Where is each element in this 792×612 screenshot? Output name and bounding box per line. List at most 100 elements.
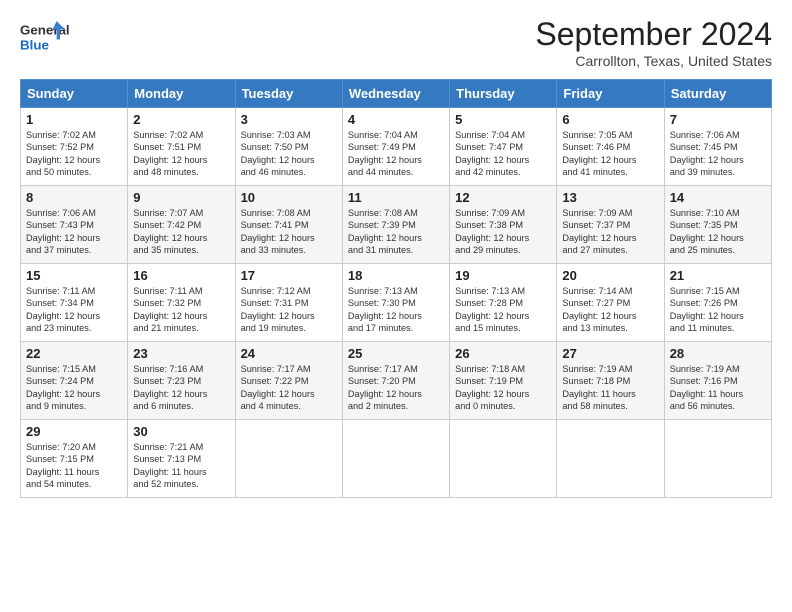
cell-info: Sunrise: 7:16 AMSunset: 7:23 PMDaylight:…: [133, 363, 229, 413]
cell-day: 26Sunrise: 7:18 AMSunset: 7:19 PMDayligh…: [450, 342, 557, 420]
cell-day: 8 Sunrise: 7:06 AMSunset: 7:43 PMDaylight…: [21, 186, 128, 264]
cell-day: 25 Sunrise: 7:17 AMSunset: 7:20 PMDayligh…: [342, 342, 449, 420]
cell-day: 1 Sunrise: 7:02 AMSunset: 7:52 PMDaylight…: [21, 108, 128, 186]
cell-day: 21 Sunrise: 7:15 AMSunset: 7:26 PMDayligh…: [664, 264, 771, 342]
svg-text:General: General: [20, 23, 70, 38]
day-number: 18: [348, 268, 444, 283]
cell-day: [450, 420, 557, 498]
cell-info: Sunrise: 7:19 AMSunset: 7:16 PMDaylight:…: [670, 363, 766, 413]
day-number: 20: [562, 268, 658, 283]
day-number: 6: [562, 112, 658, 127]
cell-info: Sunrise: 7:02 AMSunset: 7:51 PMDaylight:…: [133, 129, 229, 179]
col-header-monday: Monday: [128, 80, 235, 108]
cell-day: 5Sunrise: 7:04 AMSunset: 7:47 PMDaylight…: [450, 108, 557, 186]
cell-info: Sunrise: 7:13 AMSunset: 7:28 PMDaylight:…: [455, 285, 551, 335]
cell-day: 24 Sunrise: 7:17 AMSunset: 7:22 PMDayligh…: [235, 342, 342, 420]
day-number: 24: [241, 346, 337, 361]
day-number: 14: [670, 190, 766, 205]
cell-day: 30Sunrise: 7:21 AMSunset: 7:13 PMDayligh…: [128, 420, 235, 498]
cell-info: Sunrise: 7:18 AMSunset: 7:19 PMDaylight:…: [455, 363, 551, 413]
day-number: 17: [241, 268, 337, 283]
day-number: 22: [26, 346, 122, 361]
col-header-wednesday: Wednesday: [342, 80, 449, 108]
cell-day: 4 Sunrise: 7:04 AMSunset: 7:49 PMDaylight…: [342, 108, 449, 186]
cell-day: 20Sunrise: 7:14 AMSunset: 7:27 PMDayligh…: [557, 264, 664, 342]
logo: GeneralBlue: [20, 16, 70, 58]
day-number: 25: [348, 346, 444, 361]
cell-day: 7 Sunrise: 7:06 AMSunset: 7:45 PMDaylight…: [664, 108, 771, 186]
day-number: 23: [133, 346, 229, 361]
cell-day: [664, 420, 771, 498]
cell-info: Sunrise: 7:19 AMSunset: 7:18 PMDaylight:…: [562, 363, 658, 413]
day-number: 7: [670, 112, 766, 127]
cell-info: Sunrise: 7:04 AMSunset: 7:49 PMDaylight:…: [348, 129, 444, 179]
svg-text:Blue: Blue: [20, 38, 49, 53]
day-number: 9: [133, 190, 229, 205]
header: GeneralBlue September 2024 Carrollton, T…: [20, 16, 772, 69]
cell-day: 2 Sunrise: 7:02 AMSunset: 7:51 PMDaylight…: [128, 108, 235, 186]
cell-day: 16Sunrise: 7:11 AMSunset: 7:32 PMDayligh…: [128, 264, 235, 342]
day-number: 21: [670, 268, 766, 283]
title-block: September 2024 Carrollton, Texas, United…: [535, 16, 772, 69]
logo-svg: GeneralBlue: [20, 16, 70, 58]
cell-info: Sunrise: 7:07 AMSunset: 7:42 PMDaylight:…: [133, 207, 229, 257]
day-number: 15: [26, 268, 122, 283]
cell-day: 19 Sunrise: 7:13 AMSunset: 7:28 PMDayligh…: [450, 264, 557, 342]
cell-day: 28Sunrise: 7:19 AMSunset: 7:16 PMDayligh…: [664, 342, 771, 420]
month-title: September 2024: [535, 16, 772, 53]
cell-info: Sunrise: 7:15 AMSunset: 7:24 PMDaylight:…: [26, 363, 122, 413]
day-number: 13: [562, 190, 658, 205]
cell-day: [342, 420, 449, 498]
day-number: 11: [348, 190, 444, 205]
cell-info: Sunrise: 7:08 AMSunset: 7:39 PMDaylight:…: [348, 207, 444, 257]
day-number: 2: [133, 112, 229, 127]
page: GeneralBlue September 2024 Carrollton, T…: [0, 0, 792, 508]
day-number: 8: [26, 190, 122, 205]
cell-day: 10Sunrise: 7:08 AMSunset: 7:41 PMDayligh…: [235, 186, 342, 264]
day-number: 16: [133, 268, 229, 283]
cell-info: Sunrise: 7:15 AMSunset: 7:26 PMDaylight:…: [670, 285, 766, 335]
week-row-2: 8 Sunrise: 7:06 AMSunset: 7:43 PMDaylight…: [21, 186, 772, 264]
day-number: 10: [241, 190, 337, 205]
week-row-3: 15 Sunrise: 7:11 AMSunset: 7:34 PMDayligh…: [21, 264, 772, 342]
cell-day: 22 Sunrise: 7:15 AMSunset: 7:24 PMDayligh…: [21, 342, 128, 420]
cell-info: Sunrise: 7:06 AMSunset: 7:43 PMDaylight:…: [26, 207, 122, 257]
day-number: 4: [348, 112, 444, 127]
cell-day: 6Sunrise: 7:05 AMSunset: 7:46 PMDaylight…: [557, 108, 664, 186]
cell-info: Sunrise: 7:13 AMSunset: 7:30 PMDaylight:…: [348, 285, 444, 335]
day-number: 5: [455, 112, 551, 127]
day-number: 27: [562, 346, 658, 361]
cell-info: Sunrise: 7:02 AMSunset: 7:52 PMDaylight:…: [26, 129, 122, 179]
col-header-sunday: Sunday: [21, 80, 128, 108]
cell-info: Sunrise: 7:17 AMSunset: 7:20 PMDaylight:…: [348, 363, 444, 413]
day-number: 1: [26, 112, 122, 127]
cell-info: Sunrise: 7:10 AMSunset: 7:35 PMDaylight:…: [670, 207, 766, 257]
cell-day: 13 Sunrise: 7:09 AMSunset: 7:37 PMDayligh…: [557, 186, 664, 264]
day-number: 19: [455, 268, 551, 283]
calendar-table: SundayMondayTuesdayWednesdayThursdayFrid…: [20, 79, 772, 498]
header-row: SundayMondayTuesdayWednesdayThursdayFrid…: [21, 80, 772, 108]
cell-day: 15 Sunrise: 7:11 AMSunset: 7:34 PMDayligh…: [21, 264, 128, 342]
cell-day: 17 Sunrise: 7:12 AMSunset: 7:31 PMDayligh…: [235, 264, 342, 342]
cell-info: Sunrise: 7:21 AMSunset: 7:13 PMDaylight:…: [133, 441, 229, 491]
cell-day: [235, 420, 342, 498]
cell-day: 29Sunrise: 7:20 AMSunset: 7:15 PMDayligh…: [21, 420, 128, 498]
cell-info: Sunrise: 7:12 AMSunset: 7:31 PMDaylight:…: [241, 285, 337, 335]
week-row-5: 29Sunrise: 7:20 AMSunset: 7:15 PMDayligh…: [21, 420, 772, 498]
cell-day: 27 Sunrise: 7:19 AMSunset: 7:18 PMDayligh…: [557, 342, 664, 420]
cell-day: 9 Sunrise: 7:07 AMSunset: 7:42 PMDaylight…: [128, 186, 235, 264]
week-row-1: 1 Sunrise: 7:02 AMSunset: 7:52 PMDaylight…: [21, 108, 772, 186]
cell-info: Sunrise: 7:09 AMSunset: 7:37 PMDaylight:…: [562, 207, 658, 257]
cell-day: 11 Sunrise: 7:08 AMSunset: 7:39 PMDayligh…: [342, 186, 449, 264]
cell-day: 3Sunrise: 7:03 AMSunset: 7:50 PMDaylight…: [235, 108, 342, 186]
col-header-saturday: Saturday: [664, 80, 771, 108]
cell-info: Sunrise: 7:11 AMSunset: 7:34 PMDaylight:…: [26, 285, 122, 335]
day-number: 12: [455, 190, 551, 205]
cell-info: Sunrise: 7:17 AMSunset: 7:22 PMDaylight:…: [241, 363, 337, 413]
cell-day: 18 Sunrise: 7:13 AMSunset: 7:30 PMDayligh…: [342, 264, 449, 342]
day-number: 3: [241, 112, 337, 127]
week-row-4: 22 Sunrise: 7:15 AMSunset: 7:24 PMDayligh…: [21, 342, 772, 420]
cell-info: Sunrise: 7:06 AMSunset: 7:45 PMDaylight:…: [670, 129, 766, 179]
location: Carrollton, Texas, United States: [535, 53, 772, 69]
cell-day: 23 Sunrise: 7:16 AMSunset: 7:23 PMDayligh…: [128, 342, 235, 420]
